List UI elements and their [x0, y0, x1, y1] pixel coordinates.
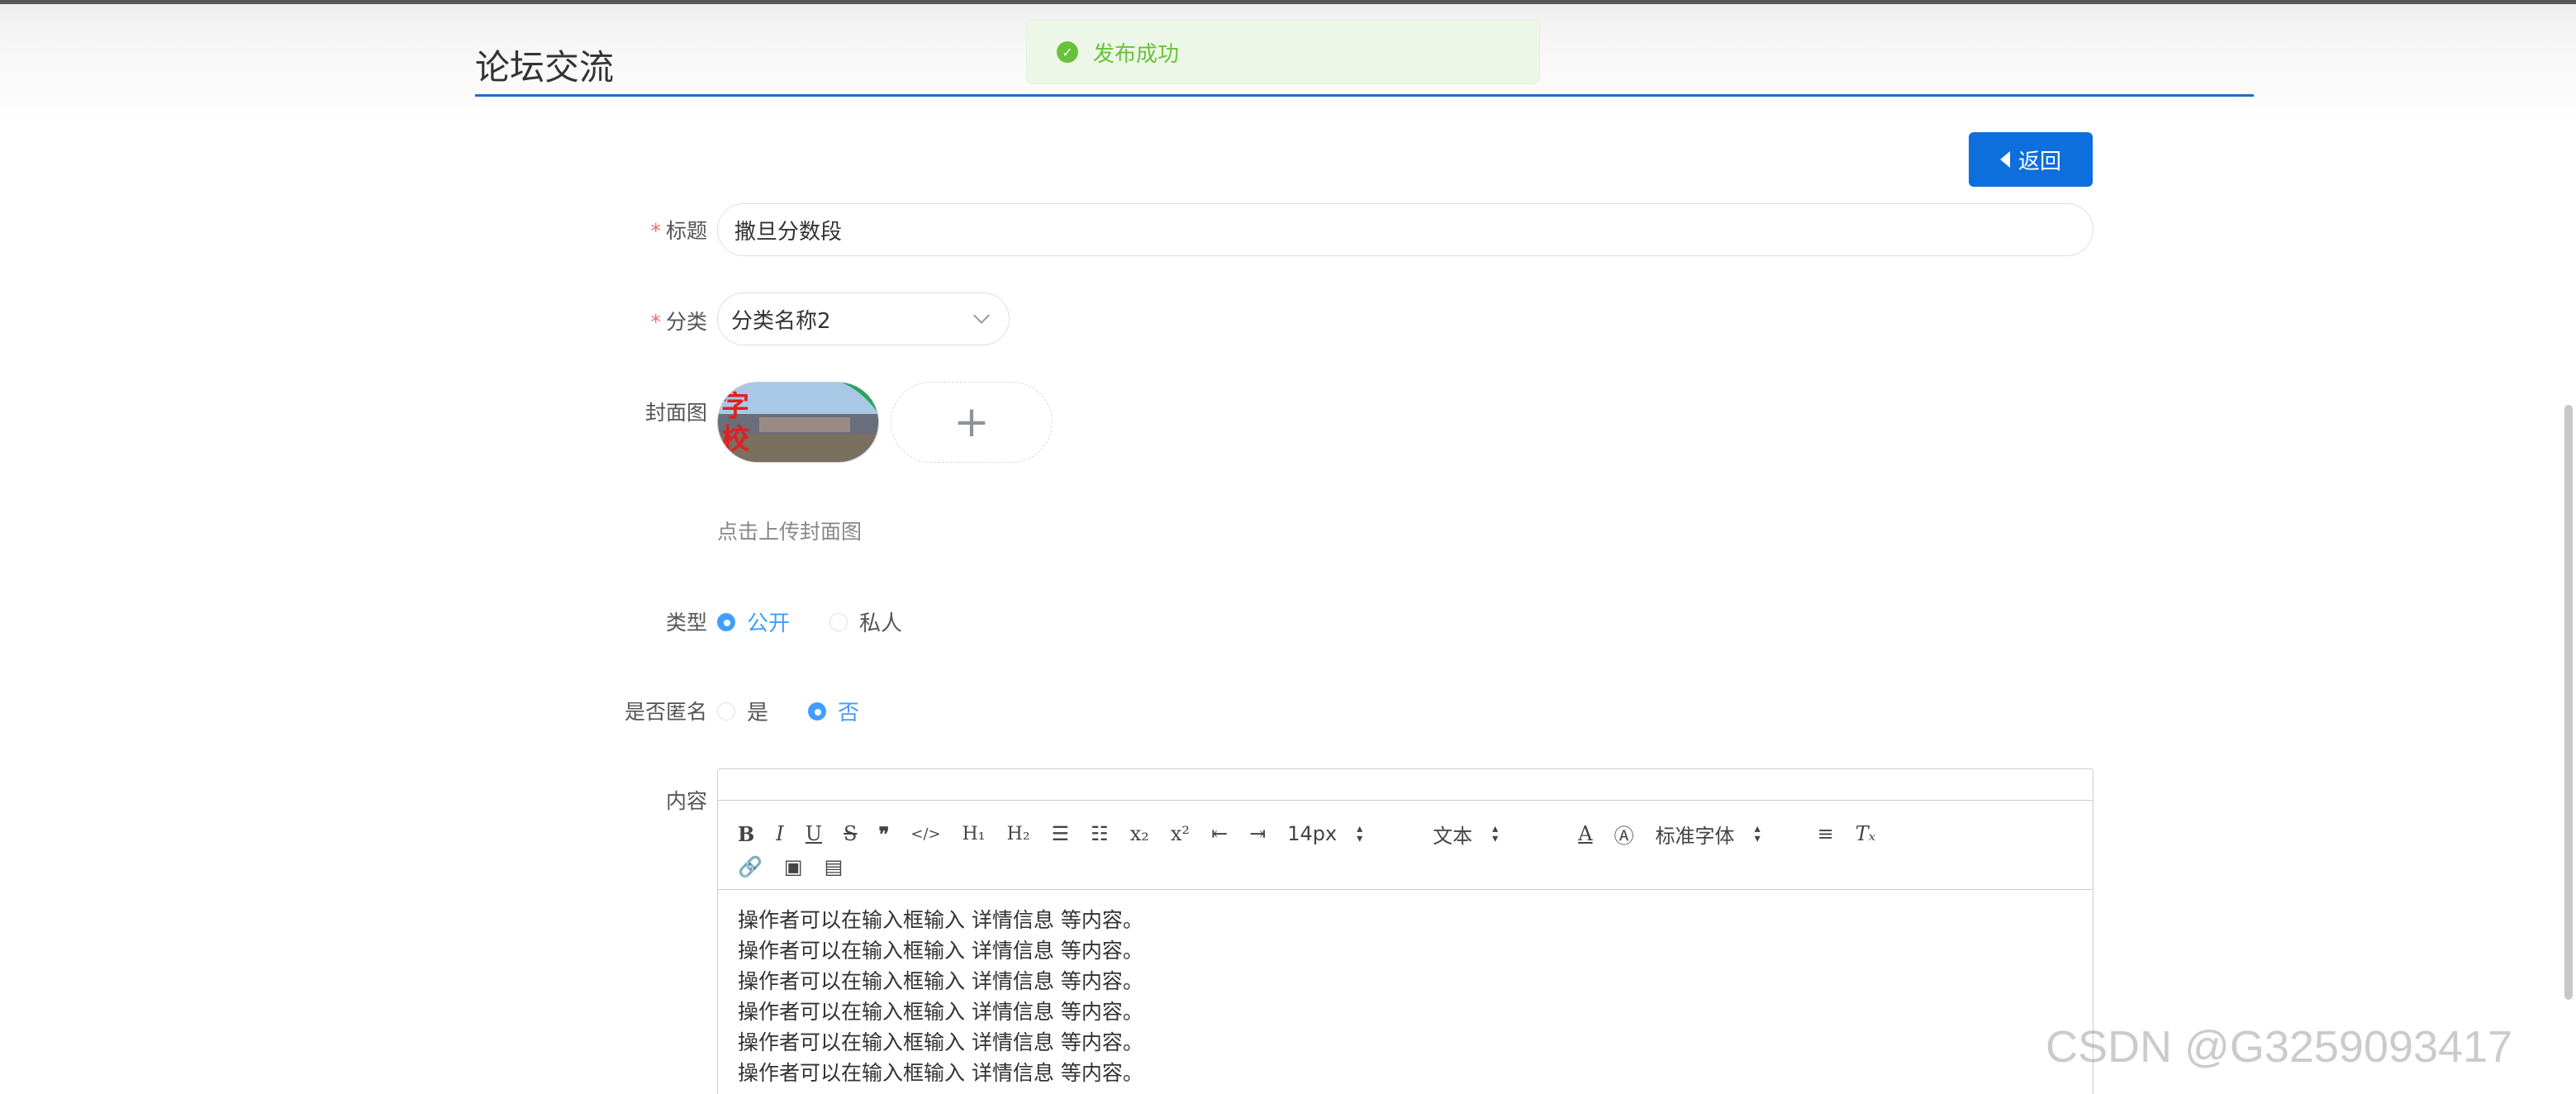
- image-icon[interactable]: ▣: [784, 855, 803, 878]
- chevron-down-icon: [973, 307, 990, 324]
- category-label: * 分类: [650, 310, 707, 334]
- header-select[interactable]: 文本 ▴ ▾: [1433, 820, 1557, 849]
- back-button[interactable]: 返回: [1969, 132, 2093, 187]
- ordered-list-icon[interactable]: ☰: [1052, 822, 1070, 845]
- editor-content[interactable]: 操作者可以在输入框输入 详情信息 等内容。 操作者可以在输入框输入 详情信息 等…: [718, 890, 2093, 1094]
- font-family-select[interactable]: 标准字体 ▴ ▾: [1656, 820, 1796, 849]
- cover-label: 封面图: [644, 401, 707, 425]
- anonymous-option-no[interactable]: 否: [808, 696, 859, 726]
- radio-checked-icon: [717, 612, 735, 631]
- blockquote-icon[interactable]: ❞: [878, 822, 889, 846]
- align-icon[interactable]: ≡: [1818, 822, 1834, 845]
- content-line: 操作者可以在输入框输入 详情信息 等内容。: [738, 939, 1143, 963]
- anonymous-label: 是否匿名: [624, 700, 707, 724]
- back-button-label: 返回: [2018, 149, 2061, 174]
- page-scrollbar[interactable]: [2564, 405, 2573, 1000]
- type-option-private[interactable]: 私人: [829, 606, 902, 637]
- content-line: 操作者可以在输入框输入 详情信息 等内容。: [738, 969, 1143, 993]
- check-circle-icon: ✓: [1057, 41, 1078, 63]
- watermark: CSDN @G3259093417: [2046, 1022, 2513, 1072]
- superscript-icon[interactable]: x²: [1171, 822, 1190, 845]
- upload-cover-button[interactable]: +: [891, 382, 1053, 463]
- toast-message: 发布成功: [1093, 41, 1180, 67]
- subscript-icon[interactable]: x₂: [1130, 822, 1149, 845]
- category-select[interactable]: 分类名称2: [717, 293, 1010, 345]
- font-size-select[interactable]: 14px ▴ ▾: [1287, 822, 1411, 845]
- anonymous-radio-group: 是 否: [717, 696, 899, 726]
- caret-left-icon: [1999, 151, 2010, 168]
- clear-format-icon[interactable]: Tₓ: [1856, 822, 1876, 845]
- editor-top-strip: [718, 769, 2093, 801]
- title-divider: [475, 94, 2254, 97]
- type-radio-group: 公开 私人: [717, 606, 942, 637]
- italic-icon[interactable]: I: [776, 822, 783, 845]
- code-block-icon[interactable]: </>: [910, 825, 940, 843]
- underline-icon[interactable]: U: [806, 822, 822, 845]
- content-line: 操作者可以在输入框输入 详情信息 等内容。: [738, 1061, 1143, 1085]
- svg-text:校: 校: [721, 423, 749, 456]
- outdent-icon[interactable]: ⇤: [1211, 822, 1228, 845]
- window-edge: [0, 0, 2576, 4]
- success-toast: ✓ 发布成功: [1026, 20, 1540, 84]
- type-option-public[interactable]: 公开: [717, 606, 790, 637]
- type-label: 类型: [665, 611, 707, 635]
- cover-image-thumbnail[interactable]: 字 校: [717, 382, 879, 463]
- select-arrows-icon: ▴ ▾: [1357, 822, 1363, 845]
- plus-icon: +: [953, 397, 990, 447]
- video-icon[interactable]: ▤: [825, 855, 844, 878]
- content-line: 操作者可以在输入框输入 详情信息 等内容。: [738, 1030, 1143, 1054]
- header2-icon[interactable]: H₂: [1007, 824, 1030, 844]
- anonymous-option-yes[interactable]: 是: [717, 696, 768, 726]
- background-color-icon[interactable]: Ⓐ: [1614, 820, 1634, 849]
- content-line: 操作者可以在输入框输入 详情信息 等内容。: [738, 908, 1143, 932]
- editor-toolbar: B I U S ❞ </> H₁ H₂ ☰ ☷ x₂ x² ⇤ ⇥ 14px ▴ ▾…: [718, 801, 2093, 890]
- select-arrows-icon: ▴ ▾: [1492, 822, 1499, 845]
- radio-unchecked-icon: [829, 612, 848, 631]
- cover-image: 字 校: [718, 383, 878, 462]
- font-color-icon[interactable]: A: [1578, 822, 1592, 845]
- page-title: 论坛交流: [475, 47, 615, 88]
- radio-checked-icon: [808, 702, 827, 721]
- content-label: 内容: [665, 789, 707, 813]
- select-arrows-icon: ▴ ▾: [1754, 822, 1761, 845]
- header1-icon[interactable]: H₁: [962, 824, 986, 844]
- rich-text-editor: B I U S ❞ </> H₁ H₂ ☰ ☷ x₂ x² ⇤ ⇥ 14px ▴ ▾…: [717, 768, 2094, 1094]
- radio-unchecked-icon: [717, 702, 735, 721]
- strikethrough-icon[interactable]: S: [844, 822, 857, 845]
- bullet-list-icon[interactable]: ☷: [1091, 822, 1109, 845]
- upload-hint: 点击上传封面图: [717, 520, 863, 544]
- bold-icon[interactable]: B: [738, 822, 754, 846]
- indent-icon[interactable]: ⇥: [1249, 822, 1266, 845]
- svg-text:字: 字: [721, 390, 749, 423]
- category-select-value: 分类名称2: [731, 308, 831, 334]
- title-label: * 标题: [650, 219, 707, 243]
- link-icon[interactable]: 🔗: [738, 855, 763, 878]
- title-input[interactable]: 撒旦分数段: [717, 203, 2094, 256]
- content-line: 操作者可以在输入框输入 详情信息 等内容。: [738, 1000, 1143, 1024]
